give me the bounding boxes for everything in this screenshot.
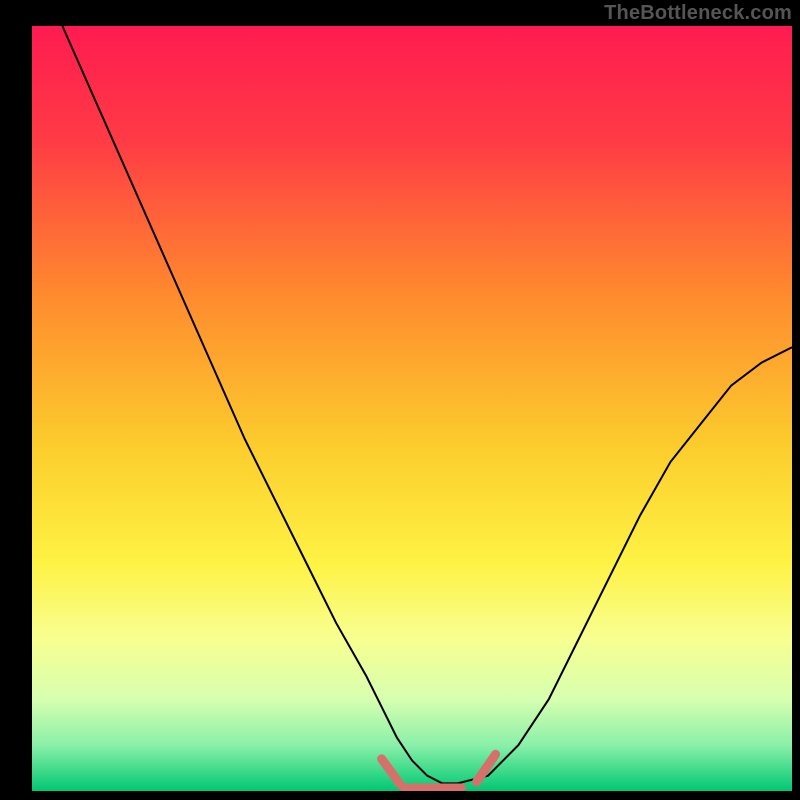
plot-area [32, 26, 792, 791]
gradient-background [32, 26, 792, 791]
plot-svg [32, 26, 792, 791]
chart-frame: TheBottleneck.com [0, 0, 800, 800]
watermark-text: TheBottleneck.com [604, 2, 792, 25]
